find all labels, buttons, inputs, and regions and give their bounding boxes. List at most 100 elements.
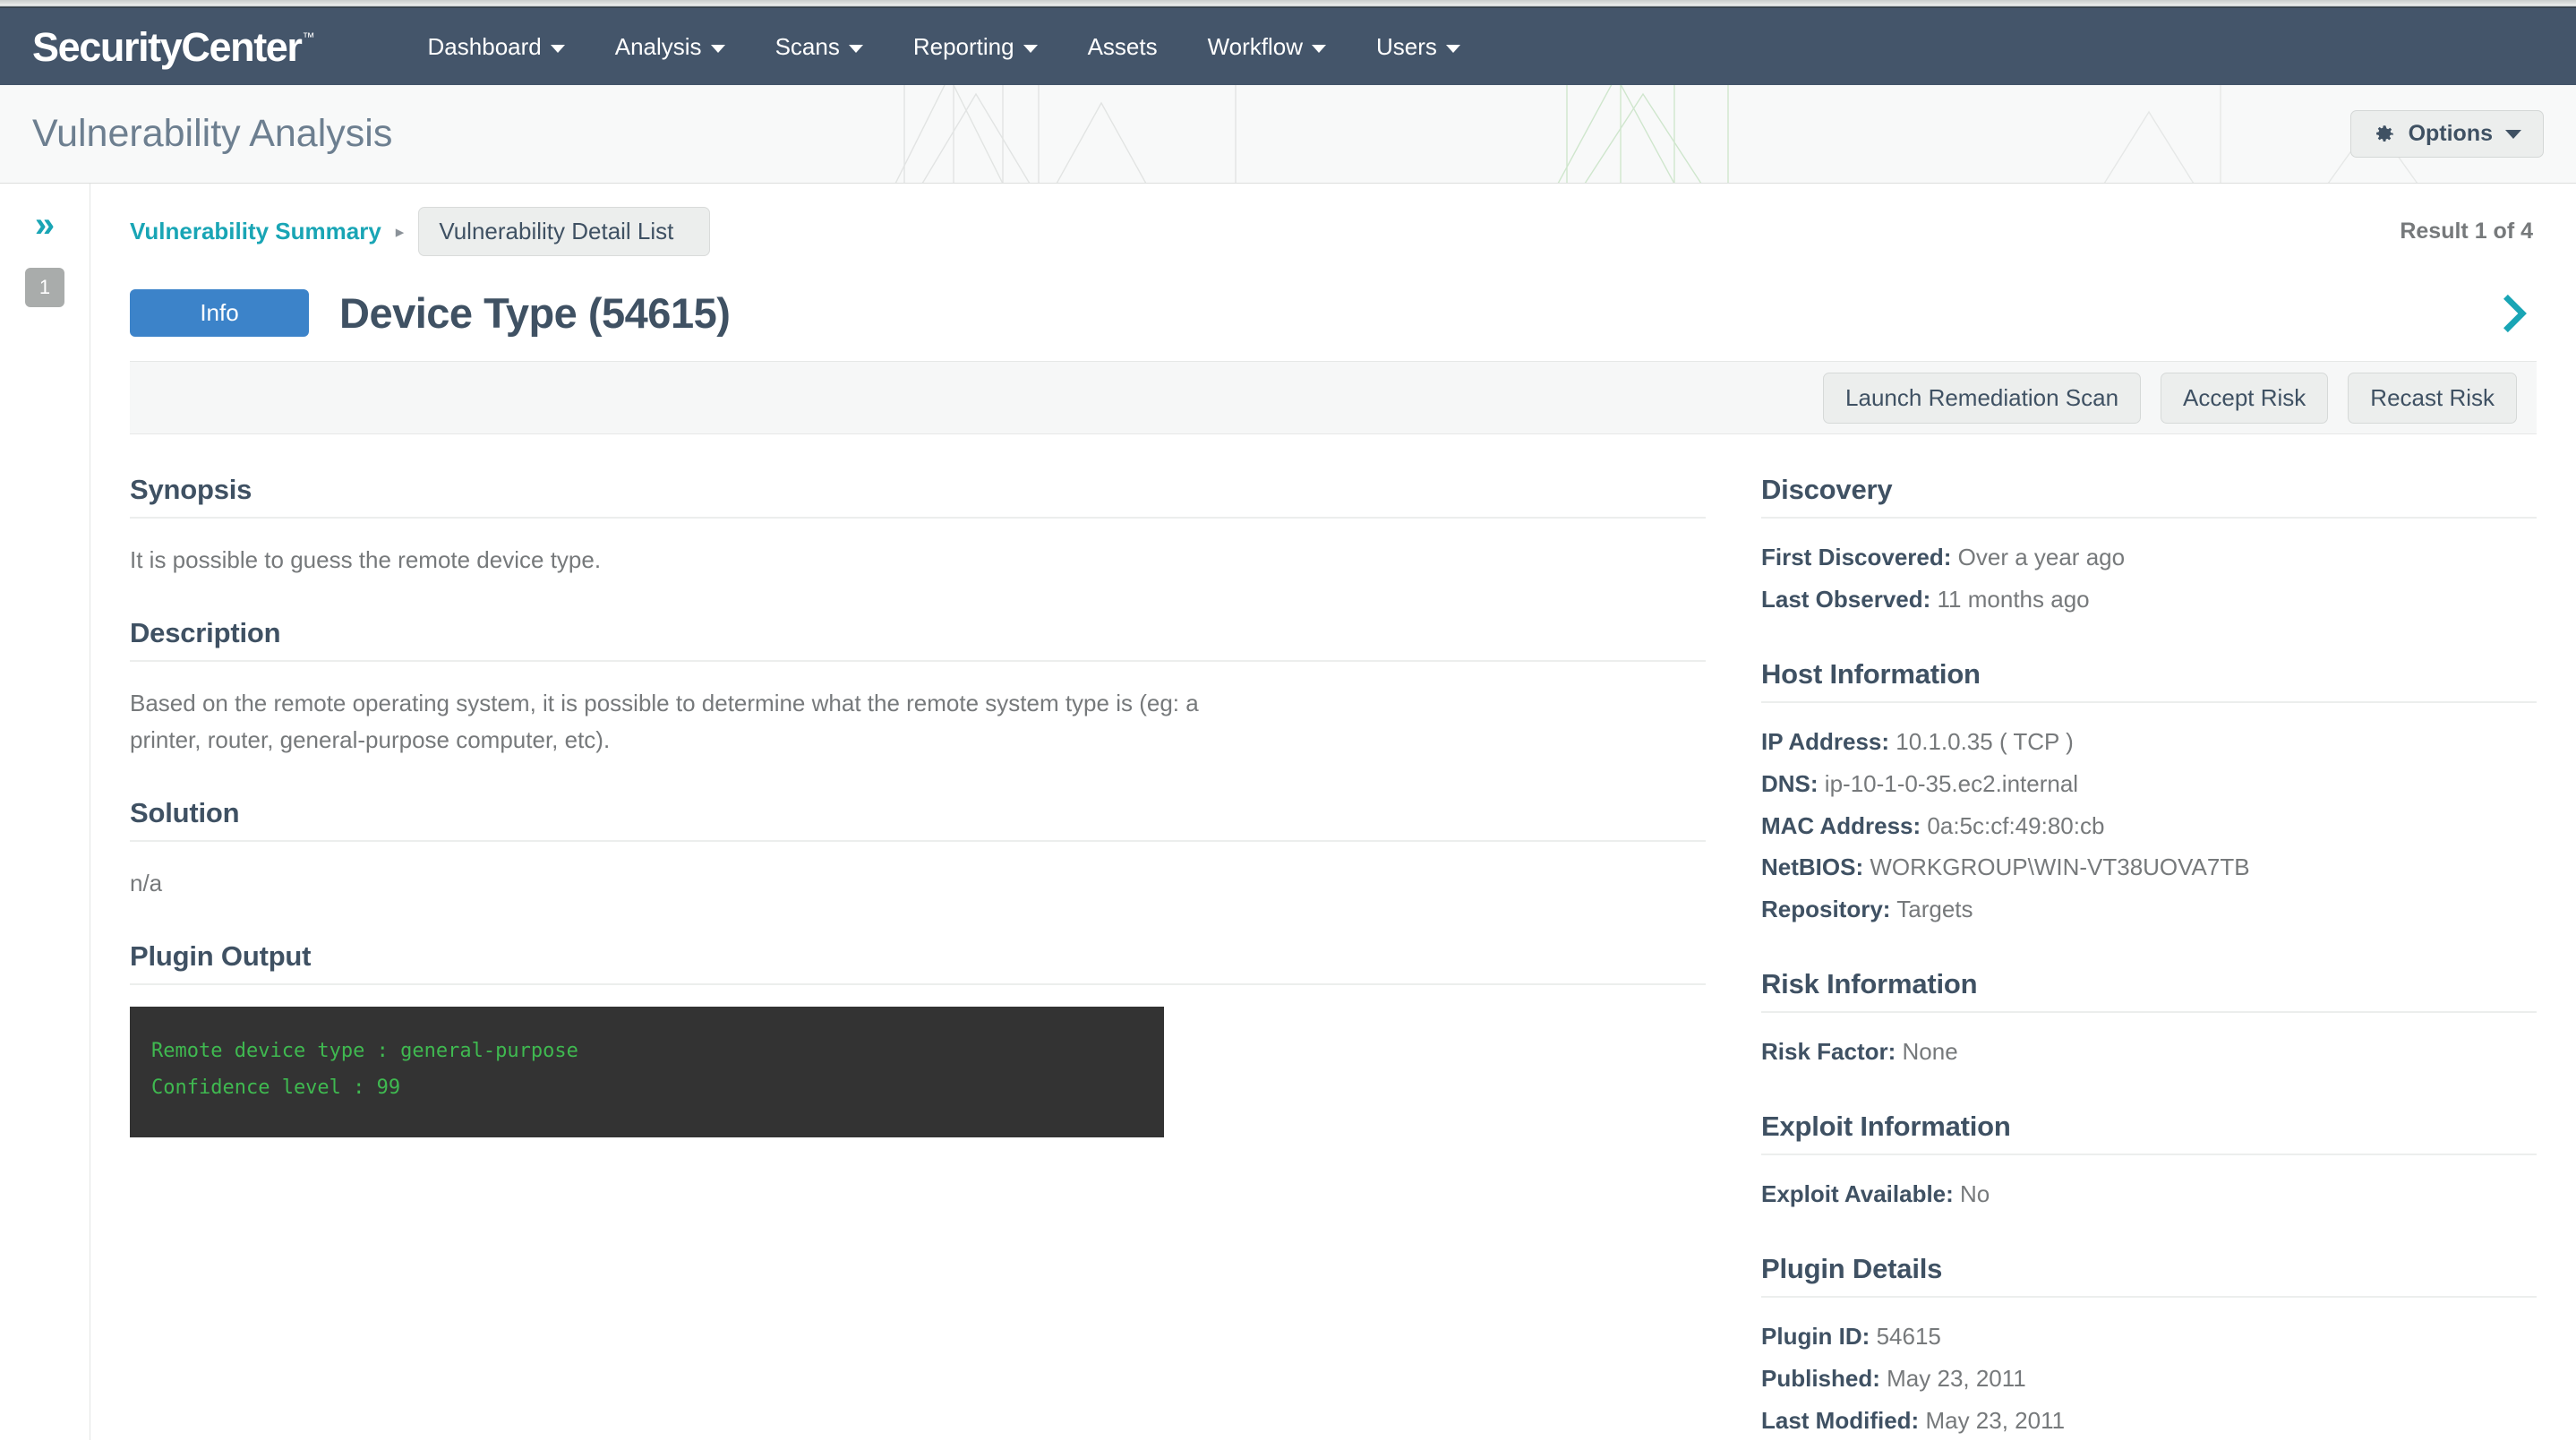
page-title: Vulnerability Analysis	[32, 112, 393, 155]
field-row: First Discovered: Over a year ago	[1761, 538, 2537, 577]
chevron-down-icon	[1023, 44, 1038, 53]
recast-risk-button[interactable]: Recast Risk	[2348, 372, 2517, 424]
chevron-down-icon	[848, 44, 863, 53]
section-description: Description Based on the remote operating…	[130, 617, 1706, 758]
field-row: Last Modified: May 23, 2011	[1761, 1402, 2537, 1440]
section-body: It is possible to guess the remote devic…	[130, 546, 602, 573]
field-key: Last Modified:	[1761, 1406, 1920, 1434]
window-top-strip	[0, 0, 2576, 8]
field-list: IP Address: 10.1.0.35 ( TCP ) DNS: ip-10-…	[1761, 703, 2537, 929]
titlebar-right: Options	[2349, 110, 2544, 158]
field-key: NetBIOS:	[1761, 853, 1864, 881]
main-navbar: SecurityCenter™ Dashboard Analysis Scans Re…	[0, 8, 2576, 85]
field-value: None	[1902, 1038, 1958, 1066]
nav-item-users[interactable]: Users	[1351, 24, 1485, 70]
chevron-down-icon	[2505, 129, 2521, 139]
field-value: ip-10-1-0-35.ec2.internal	[1824, 769, 2079, 797]
view-dropdown[interactable]: Vulnerability Detail List	[418, 207, 711, 256]
right-column: Discovery First Discovered: Over a year a…	[1761, 434, 2537, 1441]
plugin-output-block: Remote device type : general-purpose Con…	[130, 1007, 1164, 1137]
section-heading: Solution	[130, 797, 1706, 842]
expand-sidebar-icon[interactable]: »	[35, 207, 55, 243]
field-row: Plugin ID: 54615	[1761, 1317, 2537, 1356]
section-synopsis: Synopsis It is possible to guess the remo…	[130, 474, 1706, 578]
nav-items: Dashboard Analysis Scans Reporting Assets Wor…	[403, 24, 1485, 70]
nav-item-label: Workflow	[1207, 32, 1304, 60]
field-row: NetBIOS: WORKGROUP\WIN-VT38UOVA7TB	[1761, 848, 2537, 887]
field-key: Risk Factor:	[1761, 1038, 1896, 1066]
filter-count-badge[interactable]: 1	[25, 268, 64, 307]
chevron-right-icon	[2503, 294, 2527, 332]
section-heading: Exploit Information	[1761, 1111, 2537, 1156]
page-titlebar: Vulnerability Analysis Options	[0, 85, 2576, 184]
nav-item-label: Analysis	[614, 32, 702, 60]
section-risk-information: Risk Information Risk Factor: None	[1761, 968, 2537, 1071]
nav-item-assets[interactable]: Assets	[1063, 24, 1183, 70]
vulnerability-title: Device Type (54615)	[339, 289, 731, 337]
field-key: IP Address:	[1761, 727, 1890, 755]
section-heading: Host Information	[1761, 658, 2537, 703]
field-value: Targets	[1896, 896, 1973, 923]
nav-item-label: Scans	[775, 32, 840, 60]
severity-badge[interactable]: Info	[130, 289, 309, 337]
options-button[interactable]: Options	[2349, 110, 2544, 158]
field-row: Risk Factor: None	[1761, 1033, 2537, 1071]
field-key: MAC Address:	[1761, 811, 1921, 839]
nav-item-label: Dashboard	[427, 32, 542, 60]
section-exploit-information: Exploit Information Exploit Available: No	[1761, 1111, 2537, 1214]
section-heading: Risk Information	[1761, 968, 2537, 1014]
trademark-symbol: ™	[302, 29, 315, 44]
logo-text: SecurityCenter	[32, 23, 303, 70]
field-value: No	[1960, 1180, 1990, 1208]
field-value: 10.1.0.35 ( TCP )	[1896, 727, 2074, 755]
action-bar: Launch Remediation Scan Accept Risk Recast…	[130, 361, 2537, 434]
nav-item-label: Reporting	[912, 32, 1014, 60]
launch-remediation-scan-button[interactable]: Launch Remediation Scan	[1823, 372, 2142, 424]
section-heading: Discovery	[1761, 474, 2537, 519]
plugin-output-text: Remote device type : general-purpose Con…	[151, 1040, 578, 1099]
securitycenter-logo[interactable]: SecurityCenter™	[32, 27, 315, 67]
chevron-down-icon	[1312, 44, 1327, 53]
nav-item-reporting[interactable]: Reporting	[888, 24, 1063, 70]
section-heading: Description	[130, 617, 1706, 663]
field-list: Plugin ID: 54615 Published: May 23, 2011 L…	[1761, 1298, 2537, 1441]
section-heading: Plugin Output	[130, 940, 1706, 986]
section-heading: Plugin Details	[1761, 1253, 2537, 1299]
left-rail: » 1	[0, 184, 90, 1440]
nav-item-scans[interactable]: Scans	[750, 24, 888, 70]
field-row: MAC Address: 0a:5c:cf:49:80:cb	[1761, 807, 2537, 845]
section-plugin-output: Plugin Output Remote device type : genera…	[130, 940, 1706, 1137]
chevron-down-icon	[1445, 44, 1460, 53]
field-key: Published:	[1761, 1364, 1880, 1392]
nav-item-dashboard[interactable]: Dashboard	[403, 24, 590, 70]
result-count: Result 1 of 4	[2400, 219, 2533, 244]
section-heading: Synopsis	[130, 474, 1706, 519]
view-dropdown-label: Vulnerability Detail List	[439, 218, 674, 244]
accept-risk-button[interactable]: Accept Risk	[2161, 372, 2329, 424]
chevron-down-icon	[710, 44, 725, 53]
field-key: Repository:	[1761, 896, 1891, 923]
nav-item-label: Assets	[1087, 32, 1158, 60]
main-columns: Synopsis It is possible to guess the remo…	[90, 434, 2576, 1441]
field-key: First Discovered:	[1761, 544, 1952, 570]
field-row: DNS: ip-10-1-0-35.ec2.internal	[1761, 765, 2537, 803]
field-key: DNS:	[1761, 769, 1819, 797]
field-row: IP Address: 10.1.0.35 ( TCP )	[1761, 723, 2537, 761]
nav-item-analysis[interactable]: Analysis	[590, 24, 750, 70]
section-solution: Solution n/a	[130, 797, 1706, 901]
field-row: Last Observed: 11 months ago	[1761, 580, 2537, 619]
page-body: » 1 Vulnerability Summary ▸ Vulnerabilit…	[0, 184, 2576, 1440]
section-discovery: Discovery First Discovered: Over a year a…	[1761, 474, 2537, 619]
options-button-label: Options	[2408, 121, 2493, 146]
nav-item-label: Users	[1376, 32, 1437, 60]
next-result-button[interactable]	[2497, 290, 2537, 337]
field-value: Over a year ago	[1957, 544, 2126, 570]
field-key: Plugin ID:	[1761, 1323, 1870, 1351]
field-value: May 23, 2011	[1887, 1364, 2026, 1392]
field-key: Last Observed:	[1761, 585, 1931, 613]
field-value: 11 months ago	[1937, 585, 2090, 613]
nav-item-workflow[interactable]: Workflow	[1183, 24, 1351, 70]
section-body: n/a	[130, 869, 163, 896]
breadcrumb-link-vulnerability-summary[interactable]: Vulnerability Summary	[130, 218, 381, 245]
field-list: Exploit Available: No	[1761, 1155, 2537, 1214]
